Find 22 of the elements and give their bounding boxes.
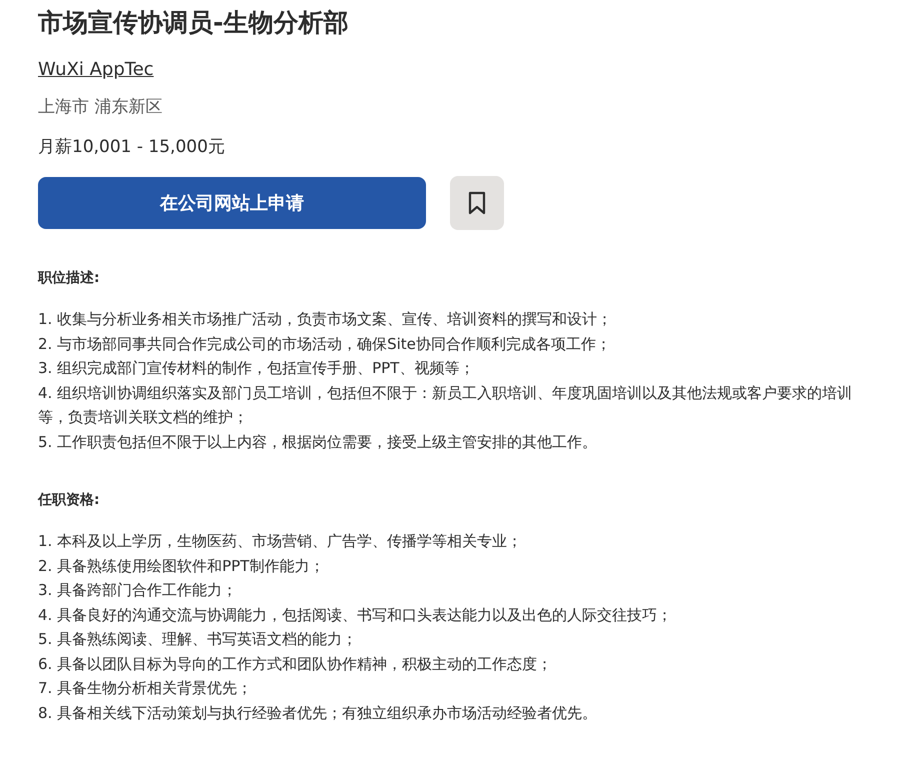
list-item-text: 6. 具备以团队目标为导向的工作方式和团队协作精神，积极主动的工作态度； — [38, 654, 554, 674]
list-item-text: 1. 收集与分析业务相关市场推广活动，负责市场文案、宣传、培训资料的撰写和设计； — [38, 309, 614, 330]
salary-text: 月薪10,001 - 15,000元 — [38, 136, 226, 158]
list-item-text: 5. 工作职责包括但不限于以上内容，根据岗位需要，接受上级主管安排的其他工作。 — [38, 432, 598, 452]
list-item-text: 2. 与市场部同事共同合作完成公司的市场活动，确保Site协同合作顺利完成各项工作； — [38, 334, 612, 354]
bookmark-icon — [468, 191, 486, 215]
apply-button[interactable]: 在公司网站上申请 — [38, 177, 426, 229]
list-item-text: 7. 具备生物分析相关背景优先； — [38, 678, 254, 699]
list-item-text: 3. 具备跨部门合作工作能力； — [38, 580, 238, 601]
list-item-text: 1. 本科及以上学历，生物医药、市场营销、广告学、传播学等相关专业； — [38, 531, 524, 552]
company-link[interactable]: WuXi AppTec — [38, 56, 154, 83]
list-item-text: 2. 具备熟练使用绘图软件和PPT制作能力； — [38, 556, 326, 576]
list-item-text: 4. 组织培训协调组织落实及部门员工培训，包括但不限于：新员工入职培训、年度巩固培训以及其他法规或客户要求的培训等，负责培训关联文档的维护； — [38, 382, 854, 428]
bookmark-button[interactable] — [450, 176, 504, 230]
list-item-text: 8. 具备相关线下活动策划与执行经验者优先；有独立组织承办市场活动经验者优先。 — [38, 702, 598, 724]
list-item-text: 3. 组织完成部门宣传材料的制作，包括宣传手册、PPT、视频等； — [38, 358, 476, 379]
section-heading: 职位描述: — [38, 269, 101, 288]
list-item-text: 4. 具备良好的沟通交流与协调能力，包括阅读、书写和口头表达能力以及出色的人际交往技巧； — [38, 604, 674, 626]
location-text: 上海市 浦东新区 — [38, 96, 164, 119]
list-item-text: 5. 具备熟练阅读、理解、书写英语文档的能力； — [38, 629, 358, 650]
section-heading: 任职资格: — [38, 491, 101, 510]
job-title: 市场宣传协调员-生物分析部 — [38, 8, 350, 38]
